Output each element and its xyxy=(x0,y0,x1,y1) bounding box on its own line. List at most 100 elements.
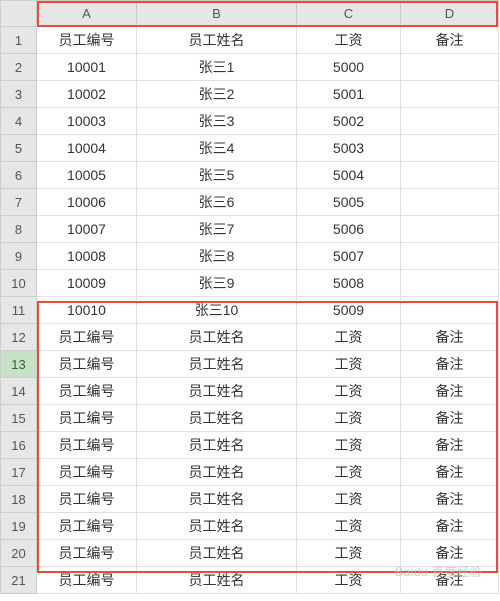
row-header-9[interactable]: 9 xyxy=(1,243,37,270)
cell-C1[interactable]: 工资 xyxy=(297,27,401,54)
cell-A8[interactable]: 10007 xyxy=(37,216,137,243)
cell-D2[interactable] xyxy=(401,54,499,81)
cell-D4[interactable] xyxy=(401,108,499,135)
cell-A3[interactable]: 10002 xyxy=(37,81,137,108)
cell-A17[interactable]: 员工编号 xyxy=(37,459,137,486)
row-header-20[interactable]: 20 xyxy=(1,540,37,567)
row-header-14[interactable]: 14 xyxy=(1,378,37,405)
row-header-19[interactable]: 19 xyxy=(1,513,37,540)
cell-B3[interactable]: 张三2 xyxy=(137,81,297,108)
cell-A15[interactable]: 员工编号 xyxy=(37,405,137,432)
cell-D5[interactable] xyxy=(401,135,499,162)
cell-C19[interactable]: 工资 xyxy=(297,513,401,540)
cell-C5[interactable]: 5003 xyxy=(297,135,401,162)
row-header-7[interactable]: 7 xyxy=(1,189,37,216)
col-header-B[interactable]: B xyxy=(137,1,297,27)
cell-B18[interactable]: 员工姓名 xyxy=(137,486,297,513)
row-header-4[interactable]: 4 xyxy=(1,108,37,135)
cell-A5[interactable]: 10004 xyxy=(37,135,137,162)
cell-C10[interactable]: 5008 xyxy=(297,270,401,297)
cell-A12[interactable]: 员工编号 xyxy=(37,324,137,351)
cell-D3[interactable] xyxy=(401,81,499,108)
cell-B21[interactable]: 员工姓名 xyxy=(137,567,297,594)
cell-A14[interactable]: 员工编号 xyxy=(37,378,137,405)
cell-B10[interactable]: 张三9 xyxy=(137,270,297,297)
cell-A4[interactable]: 10003 xyxy=(37,108,137,135)
row-header-1[interactable]: 1 xyxy=(1,27,37,54)
cell-C15[interactable]: 工资 xyxy=(297,405,401,432)
cell-D11[interactable] xyxy=(401,297,499,324)
row-header-15[interactable]: 15 xyxy=(1,405,37,432)
row-header-5[interactable]: 5 xyxy=(1,135,37,162)
cell-C18[interactable]: 工资 xyxy=(297,486,401,513)
cell-D9[interactable] xyxy=(401,243,499,270)
cell-B16[interactable]: 员工姓名 xyxy=(137,432,297,459)
cell-B9[interactable]: 张三8 xyxy=(137,243,297,270)
cell-C3[interactable]: 5001 xyxy=(297,81,401,108)
cell-D21[interactable]: 备注 xyxy=(401,567,499,594)
cell-B6[interactable]: 张三5 xyxy=(137,162,297,189)
cell-D15[interactable]: 备注 xyxy=(401,405,499,432)
row-header-10[interactable]: 10 xyxy=(1,270,37,297)
row-header-21[interactable]: 21 xyxy=(1,567,37,594)
cell-B5[interactable]: 张三4 xyxy=(137,135,297,162)
cell-C2[interactable]: 5000 xyxy=(297,54,401,81)
cell-B7[interactable]: 张三6 xyxy=(137,189,297,216)
cell-D19[interactable]: 备注 xyxy=(401,513,499,540)
cell-A16[interactable]: 员工编号 xyxy=(37,432,137,459)
cell-C6[interactable]: 5004 xyxy=(297,162,401,189)
cell-B8[interactable]: 张三7 xyxy=(137,216,297,243)
cell-B2[interactable]: 张三1 xyxy=(137,54,297,81)
col-header-D[interactable]: D xyxy=(401,1,499,27)
cell-B20[interactable]: 员工姓名 xyxy=(137,540,297,567)
col-header-A[interactable]: A xyxy=(37,1,137,27)
cell-D1[interactable]: 备注 xyxy=(401,27,499,54)
cell-B11[interactable]: 张三10 xyxy=(137,297,297,324)
cell-C7[interactable]: 5005 xyxy=(297,189,401,216)
select-all-corner[interactable] xyxy=(1,1,37,27)
cell-D12[interactable]: 备注 xyxy=(401,324,499,351)
row-header-18[interactable]: 18 xyxy=(1,486,37,513)
cell-C14[interactable]: 工资 xyxy=(297,378,401,405)
cell-B4[interactable]: 张三3 xyxy=(137,108,297,135)
cell-A11[interactable]: 10010 xyxy=(37,297,137,324)
col-header-C[interactable]: C xyxy=(297,1,401,27)
cell-C11[interactable]: 5009 xyxy=(297,297,401,324)
cell-A20[interactable]: 员工编号 xyxy=(37,540,137,567)
cell-C9[interactable]: 5007 xyxy=(297,243,401,270)
cell-C8[interactable]: 5006 xyxy=(297,216,401,243)
row-header-16[interactable]: 16 xyxy=(1,432,37,459)
cell-A7[interactable]: 10006 xyxy=(37,189,137,216)
cell-A19[interactable]: 员工编号 xyxy=(37,513,137,540)
row-header-11[interactable]: 11 xyxy=(1,297,37,324)
row-header-17[interactable]: 17 xyxy=(1,459,37,486)
cell-D7[interactable] xyxy=(401,189,499,216)
cell-D14[interactable]: 备注 xyxy=(401,378,499,405)
cell-A21[interactable]: 员工编号 xyxy=(37,567,137,594)
cell-A18[interactable]: 员工编号 xyxy=(37,486,137,513)
cell-D10[interactable] xyxy=(401,270,499,297)
cell-B13[interactable]: 员工姓名 xyxy=(137,351,297,378)
cell-B19[interactable]: 员工姓名 xyxy=(137,513,297,540)
cell-B15[interactable]: 员工姓名 xyxy=(137,405,297,432)
cell-D20[interactable]: 备注 xyxy=(401,540,499,567)
cell-C17[interactable]: 工资 xyxy=(297,459,401,486)
cell-B17[interactable]: 员工姓名 xyxy=(137,459,297,486)
row-header-13[interactable]: 13 xyxy=(1,351,37,378)
cell-A1[interactable]: 员工编号 xyxy=(37,27,137,54)
cell-C20[interactable]: 工资 xyxy=(297,540,401,567)
cell-C21[interactable]: 工资 xyxy=(297,567,401,594)
cell-D8[interactable] xyxy=(401,216,499,243)
cell-D17[interactable]: 备注 xyxy=(401,459,499,486)
cell-B14[interactable]: 员工姓名 xyxy=(137,378,297,405)
cell-A2[interactable]: 10001 xyxy=(37,54,137,81)
row-header-6[interactable]: 6 xyxy=(1,162,37,189)
cell-B12[interactable]: 员工姓名 xyxy=(137,324,297,351)
cell-A10[interactable]: 10009 xyxy=(37,270,137,297)
cell-C16[interactable]: 工资 xyxy=(297,432,401,459)
cell-D18[interactable]: 备注 xyxy=(401,486,499,513)
cell-A6[interactable]: 10005 xyxy=(37,162,137,189)
cell-D6[interactable] xyxy=(401,162,499,189)
cell-B1[interactable]: 员工姓名 xyxy=(137,27,297,54)
cell-A9[interactable]: 10008 xyxy=(37,243,137,270)
